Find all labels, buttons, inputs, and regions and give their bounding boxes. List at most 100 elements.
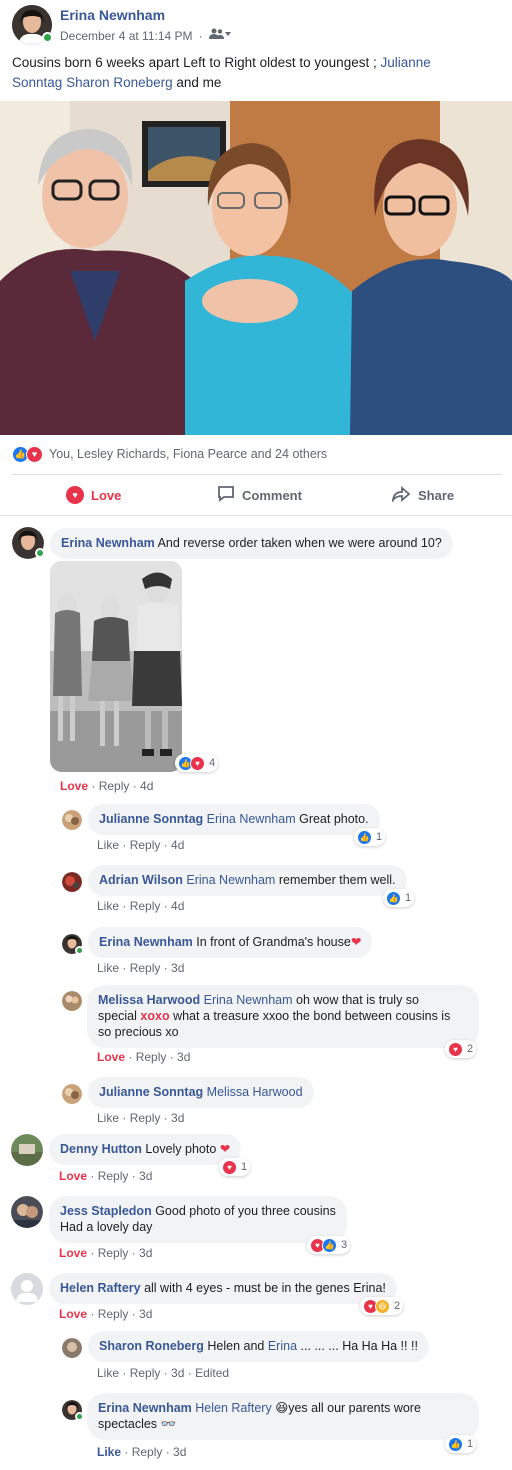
- reply-link[interactable]: Reply: [136, 1050, 167, 1064]
- comment-actions: Love · Reply · 3d: [59, 1307, 153, 1321]
- reply-link[interactable]: Reply: [98, 1246, 129, 1260]
- commenter-avatar[interactable]: [62, 1084, 82, 1104]
- comment-author[interactable]: Melissa Harwood: [98, 993, 200, 1007]
- reply-link[interactable]: Reply: [130, 961, 161, 975]
- comment-actions: Like · Reply · 3d: [97, 1111, 185, 1125]
- mention-link[interactable]: Erina Newnham: [207, 812, 296, 826]
- comment-time[interactable]: 3d: [173, 1445, 186, 1459]
- comment-reactions[interactable]: 👍 1: [445, 1435, 477, 1453]
- comment-author[interactable]: Sharon Roneberg: [99, 1339, 204, 1353]
- like-link[interactable]: Like: [97, 1111, 119, 1125]
- commenter-avatar[interactable]: [11, 1196, 43, 1228]
- comment-time[interactable]: 3d: [139, 1246, 152, 1260]
- reply-link[interactable]: Reply: [130, 1111, 161, 1125]
- reactions-summary[interactable]: 👍 ♥ You, Lesley Richards, Fiona Pearce a…: [12, 444, 327, 464]
- comment-bubble: Melissa Harwood Erina Newnham oh wow tha…: [87, 985, 479, 1048]
- online-status-dot: [35, 548, 45, 558]
- love-icon: ♥: [190, 755, 205, 771]
- tagged-person-link[interactable]: Sonntag: [12, 75, 62, 90]
- reply-link[interactable]: Reply: [130, 899, 161, 913]
- commenter-avatar[interactable]: [11, 1273, 43, 1305]
- reply-link[interactable]: Reply: [98, 1307, 129, 1321]
- comment-bubble: Erina Newnham And reverse order taken wh…: [50, 528, 453, 559]
- comment-actions: Like · Reply · 3d: [97, 961, 185, 975]
- like-link[interactable]: Like: [97, 1445, 121, 1459]
- comment-reactions[interactable]: ♥ 1: [219, 1158, 251, 1176]
- mention-link[interactable]: Helen Raftery: [195, 1401, 271, 1415]
- love-link[interactable]: Love: [60, 779, 88, 793]
- highlighted-text: xoxo: [140, 1009, 170, 1023]
- heart-emoji-icon: ❤: [219, 1142, 231, 1156]
- commenter-avatar[interactable]: [62, 810, 82, 830]
- comment-reactions[interactable]: ♥ 2: [445, 1040, 477, 1058]
- love-button[interactable]: ♥ Love: [66, 484, 121, 506]
- comment-author[interactable]: Helen Raftery: [60, 1281, 141, 1295]
- reply-link[interactable]: Reply: [130, 838, 161, 852]
- love-link[interactable]: Love: [59, 1169, 87, 1183]
- comment-time[interactable]: 4d: [171, 838, 184, 852]
- comment-author[interactable]: Erina Newnham: [98, 1401, 192, 1415]
- comment-photo[interactable]: [50, 561, 182, 772]
- mention-link[interactable]: Melissa Harwood: [207, 1085, 303, 1099]
- comment-time[interactable]: 3d: [171, 1366, 184, 1380]
- online-status-dot: [42, 32, 53, 43]
- commenter-avatar[interactable]: [62, 991, 82, 1011]
- post-date[interactable]: December 4 at 11:14 PM: [60, 29, 193, 43]
- comment-time[interactable]: 3d: [139, 1169, 152, 1183]
- comment-time[interactable]: 3d: [139, 1307, 152, 1321]
- comment-reactions[interactable]: 👍 1: [383, 889, 415, 907]
- comment-time[interactable]: 4d: [171, 899, 184, 913]
- share-button[interactable]: Share: [391, 484, 454, 506]
- love-link[interactable]: Love: [97, 1050, 125, 1064]
- reply-link[interactable]: Reply: [132, 1445, 163, 1459]
- like-link[interactable]: Like: [97, 961, 119, 975]
- mention-link[interactable]: Erina: [268, 1339, 297, 1353]
- comment-reactions[interactable]: ♥ 😆 2: [360, 1297, 404, 1315]
- love-icon: ♥: [66, 486, 84, 504]
- post-photo[interactable]: [0, 101, 512, 435]
- tagged-person-link[interactable]: Sharon Roneberg: [66, 75, 173, 90]
- commenter-avatar[interactable]: [62, 1338, 82, 1358]
- comment-time[interactable]: 3d: [171, 961, 184, 975]
- comment-text: oh wow that is truly so: [296, 993, 419, 1007]
- comment-time[interactable]: 3d: [171, 1111, 184, 1125]
- mention-link[interactable]: Erina Newnham: [204, 993, 293, 1007]
- edited-label[interactable]: Edited: [195, 1366, 229, 1380]
- comment-text: Good photo of you three cousins: [155, 1204, 336, 1218]
- comment-author[interactable]: Erina Newnham: [61, 536, 155, 550]
- commenter-avatar[interactable]: [11, 1134, 43, 1166]
- like-icon: 👍: [357, 829, 372, 845]
- comment-reactions[interactable]: 👍 ♥ 4: [175, 754, 219, 772]
- reply-link[interactable]: Reply: [98, 1169, 129, 1183]
- like-link[interactable]: Like: [97, 899, 119, 913]
- love-link[interactable]: Love: [59, 1307, 87, 1321]
- post-author-name[interactable]: Erina Newnham: [60, 7, 165, 23]
- love-link[interactable]: Love: [59, 1246, 87, 1260]
- comment-time[interactable]: 3d: [177, 1050, 190, 1064]
- comment-time[interactable]: 4d: [140, 779, 153, 793]
- comment-reactions[interactable]: ♥ 👍 3: [307, 1236, 351, 1254]
- comment-author[interactable]: Julianne Sonntag: [99, 1085, 203, 1099]
- haha-icon: 😆: [375, 1298, 390, 1314]
- reply-link[interactable]: Reply: [99, 779, 130, 793]
- comment-button[interactable]: Comment: [217, 484, 302, 506]
- comment-text: remember them well.: [278, 873, 396, 887]
- comment-author[interactable]: Julianne Sonntag: [99, 812, 203, 826]
- like-icon: 👍: [386, 890, 401, 906]
- comment-reactions[interactable]: 👍 1: [354, 828, 386, 846]
- comment-text: Great photo.: [299, 812, 369, 826]
- like-link[interactable]: Like: [97, 838, 119, 852]
- mention-link[interactable]: Erina Newnham: [186, 873, 275, 887]
- comment-author[interactable]: Jess Stapledon: [60, 1204, 152, 1218]
- comment-author[interactable]: Adrian Wilson: [99, 873, 183, 887]
- like-link[interactable]: Like: [97, 1366, 119, 1380]
- friends-icon[interactable]: [208, 28, 231, 43]
- comment-author[interactable]: Denny Hutton: [60, 1142, 142, 1156]
- reply-link[interactable]: Reply: [130, 1366, 161, 1380]
- comment-author[interactable]: Erina Newnham: [99, 935, 193, 949]
- comment-actions: Like · Reply · 4d: [97, 899, 185, 913]
- reactions-names[interactable]: You, Lesley Richards, Fiona Pearce and 2…: [49, 447, 327, 461]
- tagged-person-link[interactable]: Julianne: [380, 55, 430, 70]
- laughing-emoji-icon: 😆: [275, 1401, 289, 1415]
- commenter-avatar[interactable]: [62, 872, 82, 892]
